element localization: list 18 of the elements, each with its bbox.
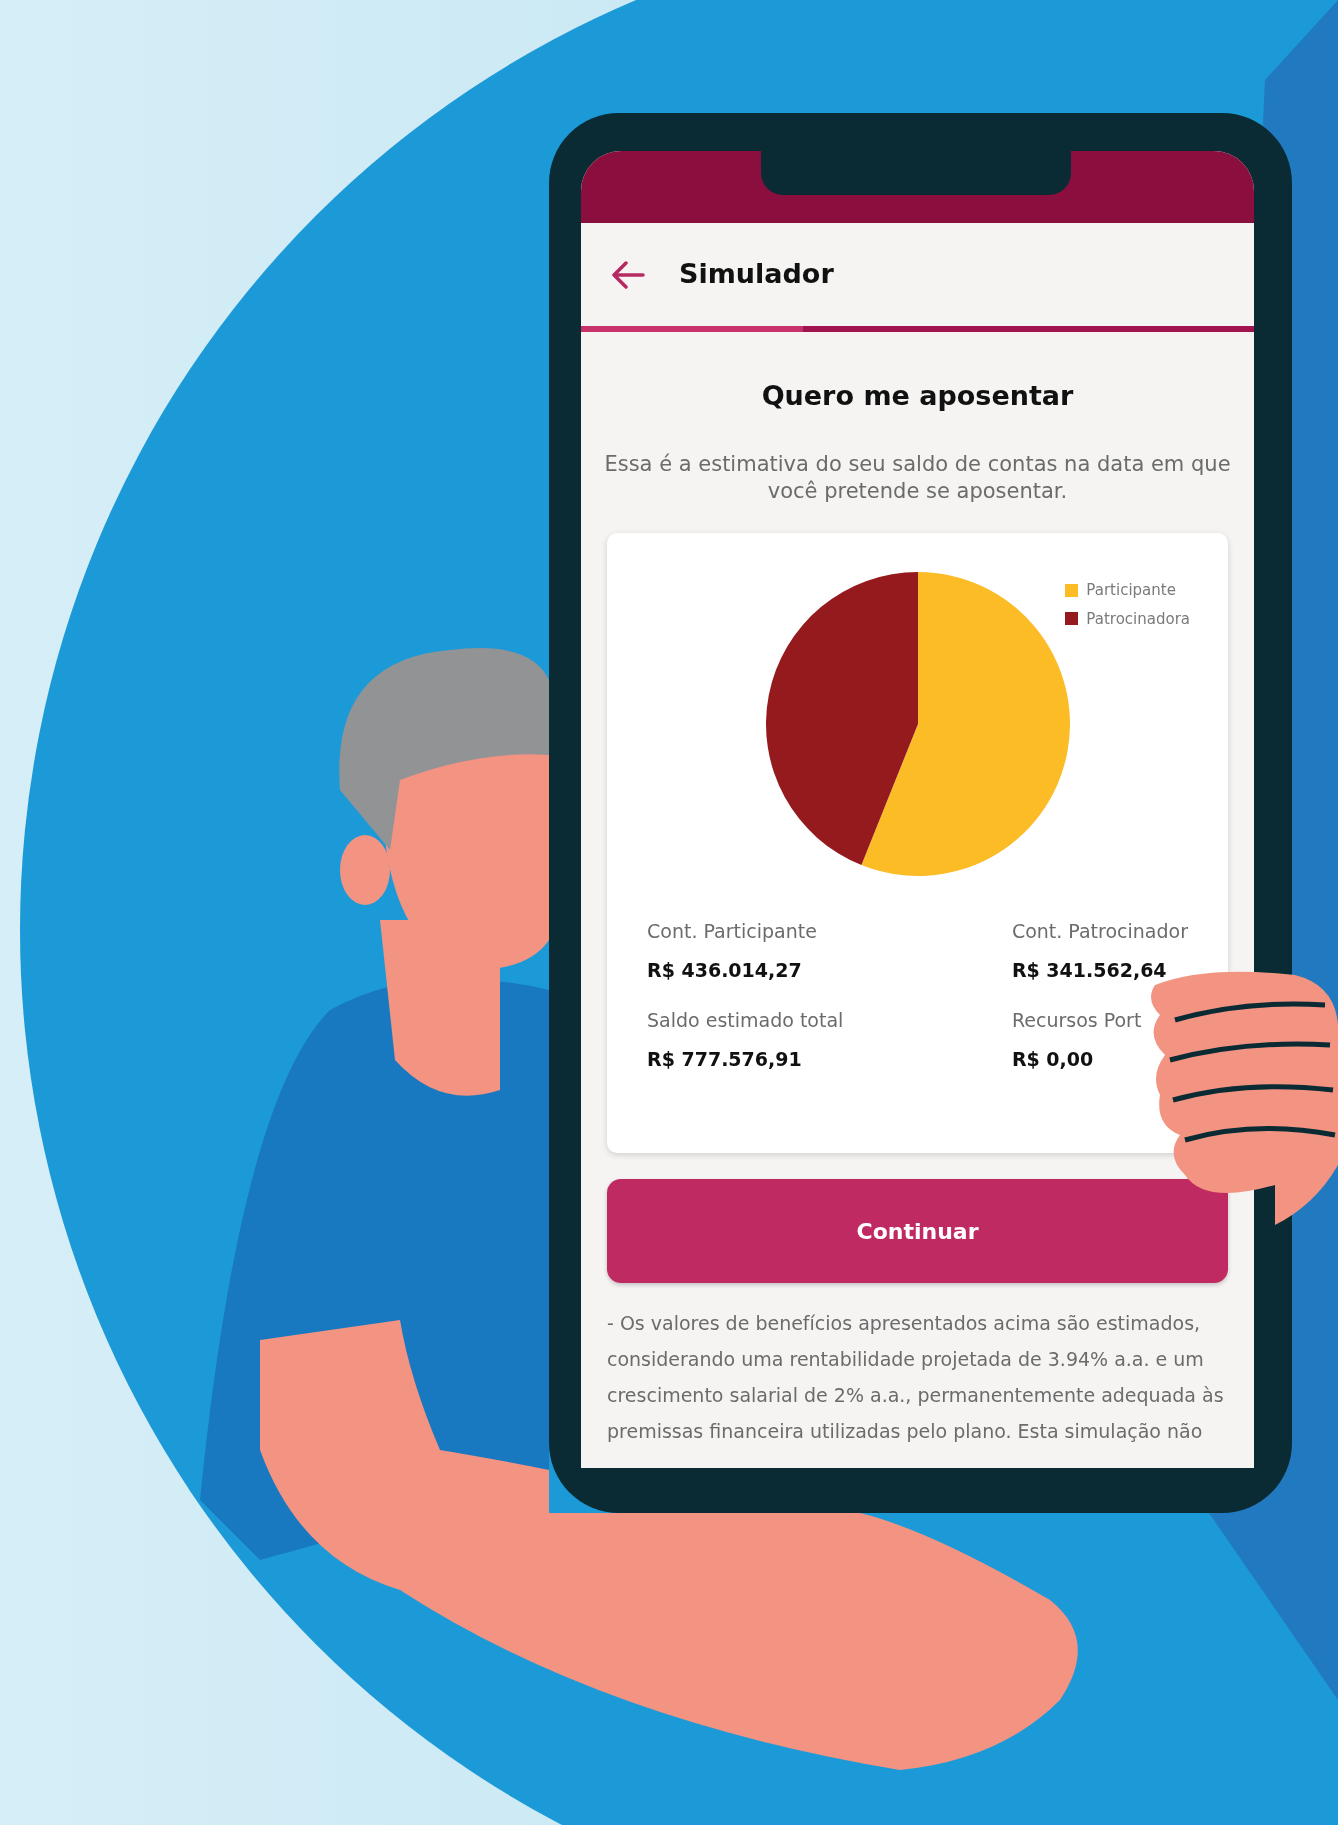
legend-label: Patrocinadora [1086,608,1190,630]
summary-value: R$ 341.562,64 [1011,957,1168,983]
summary-value: R$ 777.576,91 [647,1046,803,1072]
screen-title: Simulador [679,257,834,292]
heading: Quero me aposentar [760,379,1075,413]
summary-label: Saldo estimado total [647,1008,845,1034]
disclaimer-text: - Os valores de benefícios apresentados acima são estimados, considerando uma rentabilidade projetada de 3.94% a.a. e um crescimento salarial de 2% a.a., permanentemente adequada às premissas financeira utilizadas pelo plano. Esta simulação não [607,1311,1225,1445]
back-arrow-icon[interactable] [611,260,645,289]
summary-label: Cont. Participante [647,919,818,945]
summary-label: Cont. Patrocinador [1011,919,1188,945]
summary-label: Recursos Port [1011,1008,1143,1034]
continue-button[interactable]: Continuar [607,1179,1228,1284]
description: Essa é a estimativa do seu saldo de contas na data em que você pretende se aposentar. [603,450,1232,505]
legend-swatch [1065,612,1079,626]
summary-value: R$ 0,00 [1011,1046,1095,1072]
legend-swatch [1065,583,1079,597]
summary-value: R$ 436.014,27 [647,957,803,983]
legend-label: Participante [1086,580,1176,602]
